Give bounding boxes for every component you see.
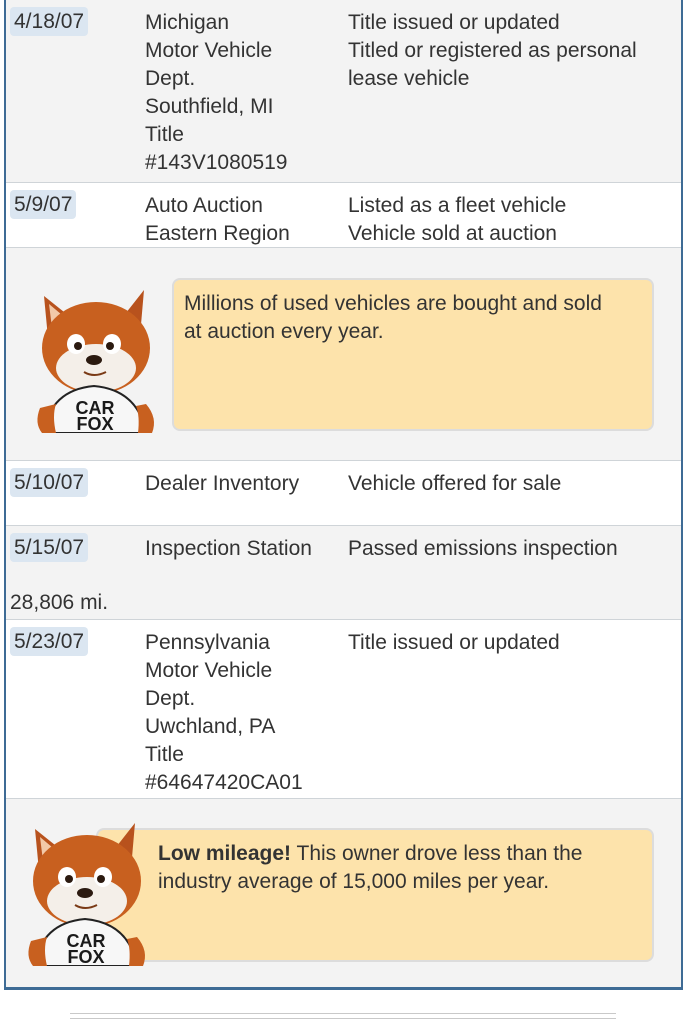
history-row: 4/18/07 Michigan Motor Vehicle Dept. Sou… [6, 0, 681, 182]
record-comments: Passed emissions inspection [348, 537, 618, 560]
carfox-mascot-icon: CAR FOX [37, 290, 154, 433]
odometer-reading: 28,806 mi. [10, 591, 109, 614]
carfox-tip-row: CAR FOX Millions of used vehicles are bo… [6, 247, 681, 461]
mileage-tip-bubble: Low mileage! This owner drove less than … [96, 828, 654, 962]
history-row: 5/10/07 Dealer Inventory Vehicle offered… [6, 460, 681, 526]
record-source: Dealer Inventory [145, 472, 300, 495]
carfox-mascot-icon: CAR FOX [28, 823, 145, 966]
record-comments: Title issued or updated Titled or regist… [348, 11, 637, 90]
record-date: 5/15/07 [10, 533, 89, 562]
history-report: 4/18/07 Michigan Motor Vehicle Dept. Sou… [4, 0, 683, 990]
page-divider [70, 1013, 616, 1019]
history-row: 5/15/07 28,806 mi. Inspection Station Pa… [6, 525, 681, 620]
record-comments: Listed as a fleet vehicle Vehicle sold a… [348, 194, 567, 245]
record-source: Auto Auction Eastern Region [145, 194, 290, 245]
record-date: 4/18/07 [10, 7, 89, 36]
record-date: 5/23/07 [10, 627, 89, 656]
mascot-shirt-text: FOX [76, 414, 113, 433]
carfox-tip-row: Low mileage! This owner drove less than … [6, 798, 681, 987]
mascot-shirt-text: FOX [67, 947, 104, 966]
record-date: 5/9/07 [10, 190, 77, 219]
record-comments: Title issued or updated [348, 631, 560, 654]
record-source: Michigan Motor Vehicle Dept. Southfield,… [145, 11, 288, 174]
record-date: 5/10/07 [10, 468, 89, 497]
history-row: 5/23/07 Pennsylvania Motor Vehicle Dept.… [6, 619, 681, 799]
record-source: Pennsylvania Motor Vehicle Dept. Uwchlan… [145, 631, 303, 794]
auction-tip-bubble: Millions of used vehicles are bought and… [172, 278, 654, 431]
record-source: Inspection Station [145, 537, 312, 560]
tip-highlight: Low mileage! [158, 842, 292, 865]
history-row: 5/9/07 Auto Auction Eastern Region Liste… [6, 182, 681, 248]
record-comments: Vehicle offered for sale [348, 472, 562, 495]
